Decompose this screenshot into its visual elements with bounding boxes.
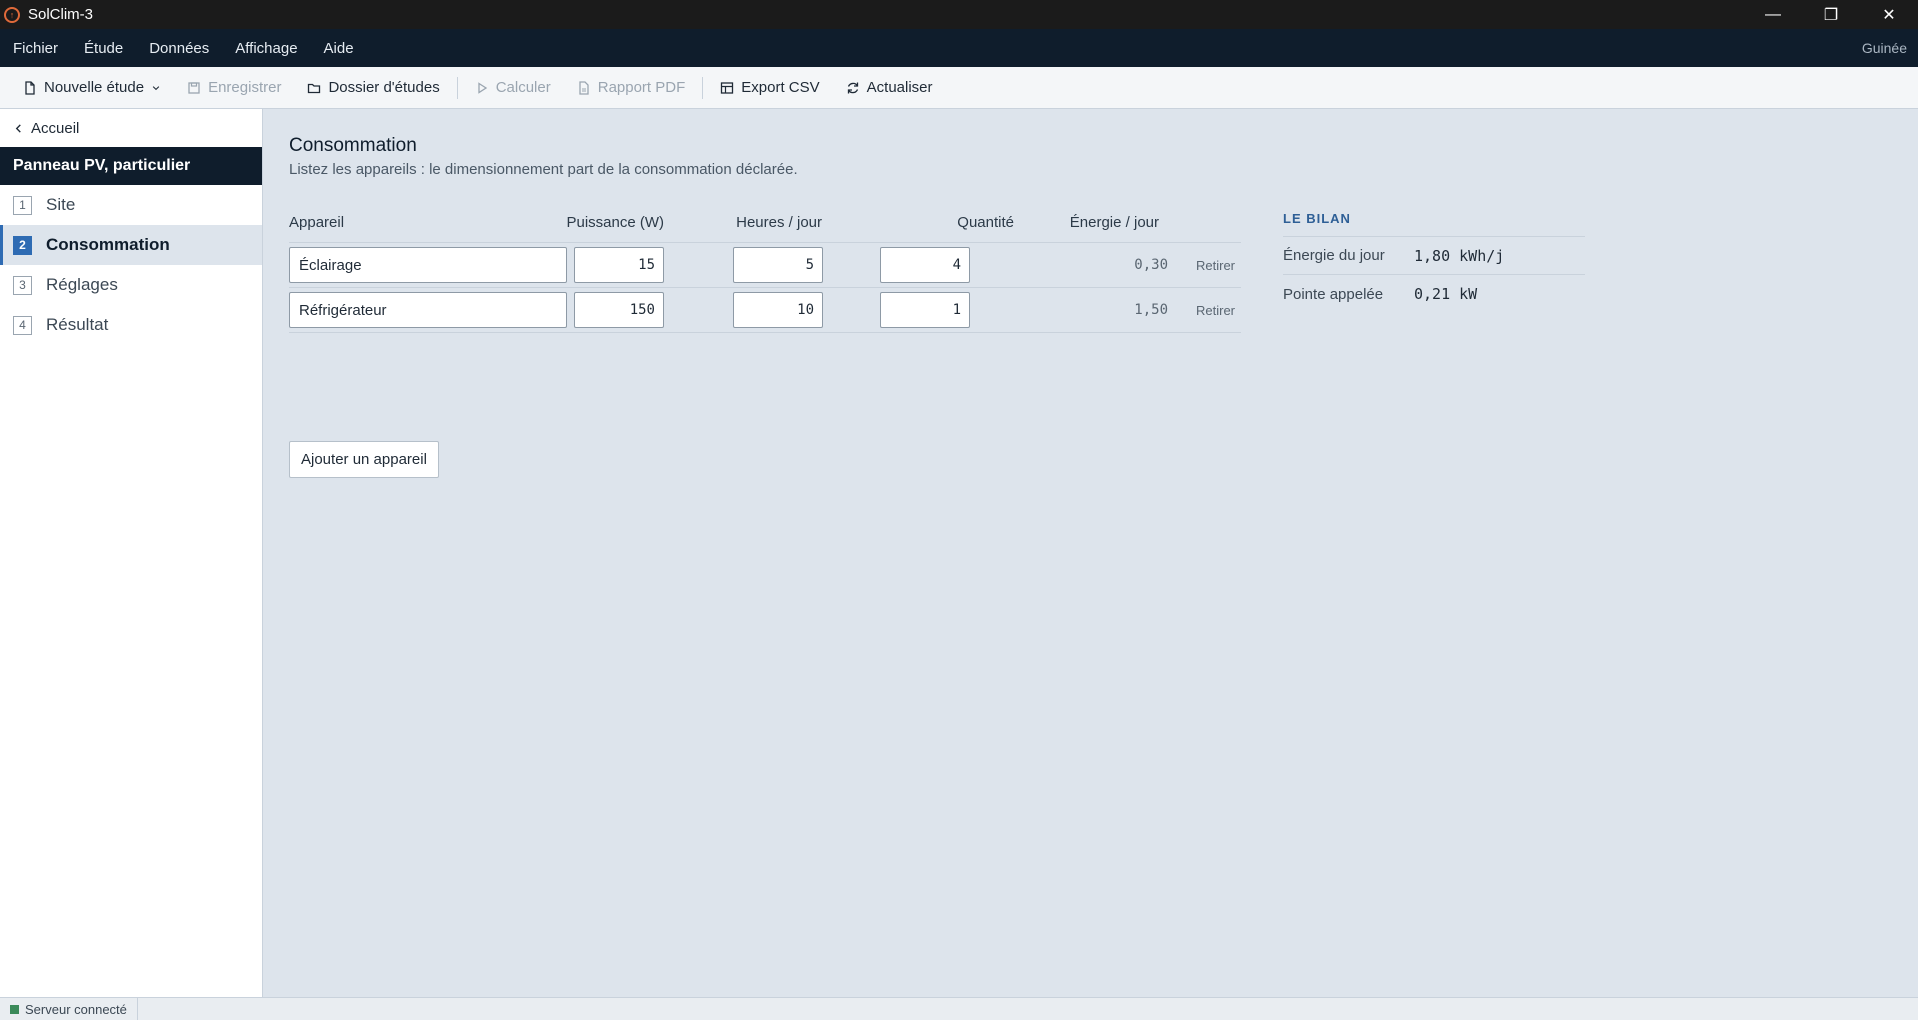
table-row: Éclairage 15 5 4 0,30 Retirer: [289, 243, 1241, 288]
new-study-label: Nouvelle étude: [44, 79, 145, 96]
chevron-left-icon: [15, 123, 21, 133]
step-label: Réglages: [46, 275, 118, 294]
pdf-report-label: Rapport PDF: [597, 79, 686, 96]
summary-row-energy: Énergie du jour 1,80 kWh/j: [1283, 237, 1585, 275]
menu-etude[interactable]: Étude: [71, 40, 136, 57]
power-input[interactable]: 15: [574, 247, 664, 283]
column-header-quantity: Quantité: [957, 214, 1014, 231]
refresh-label: Actualiser: [866, 79, 933, 96]
table-header: Appareil Puissance (W) Heures / jour Qua…: [289, 203, 1241, 243]
server-status: Serveur connecté: [0, 997, 138, 1020]
document-icon: [579, 80, 589, 95]
app-logo-icon: ↑: [4, 6, 20, 23]
step-number: 3: [13, 275, 32, 295]
new-file-icon: [25, 80, 35, 95]
pdf-report-button[interactable]: Rapport PDF: [564, 72, 699, 104]
connection-status-icon: [10, 1004, 19, 1014]
summary-title: LE BILAN: [1283, 201, 1585, 237]
calculate-button[interactable]: Calculer: [462, 72, 564, 104]
calculate-label: Calculer: [495, 79, 551, 96]
export-csv-button[interactable]: Export CSV: [707, 72, 832, 104]
quantity-input[interactable]: 4: [880, 247, 970, 283]
column-header-power: Puissance (W): [566, 214, 664, 231]
energy-value: 1,50: [1134, 302, 1168, 318]
add-appliance-button[interactable]: Ajouter un appareil: [289, 441, 439, 478]
main-panel: Consommation Listez les appareils : le d…: [264, 109, 1918, 997]
table-row: Réfrigérateur 150 10 1 1,50 Retirer: [289, 288, 1241, 333]
menu-fichier[interactable]: Fichier: [0, 40, 71, 57]
step-number: 2: [13, 235, 32, 255]
step-label: Résultat: [46, 315, 109, 334]
toolbar-separator: [456, 76, 458, 99]
play-icon: [478, 81, 487, 94]
export-csv-label: Export CSV: [741, 79, 820, 96]
step-resultat[interactable]: 4 Résultat: [0, 305, 262, 345]
maximize-button[interactable]: ❐: [1802, 0, 1860, 29]
toolbar-separator: [702, 76, 704, 99]
step-reglages[interactable]: 3 Réglages: [0, 265, 262, 305]
quantity-input[interactable]: 1: [880, 292, 970, 328]
remove-button[interactable]: Retirer: [1196, 258, 1235, 273]
menu-aide[interactable]: Aide: [311, 40, 367, 57]
device-cell: Éclairage: [289, 247, 574, 283]
folder-icon: [308, 83, 321, 93]
refresh-icon: [847, 82, 858, 93]
back-home-link[interactable]: Accueil: [0, 109, 262, 147]
menu-donnees[interactable]: Données: [136, 40, 222, 57]
save-label: Enregistrer: [208, 79, 282, 96]
step-label: Site: [46, 195, 76, 214]
refresh-button[interactable]: Actualiser: [833, 72, 946, 104]
step-label: Consommation: [46, 235, 170, 254]
device-name-input[interactable]: Réfrigérateur: [289, 292, 567, 328]
toolbar: Nouvelle étude Enregistrer Dossier d'étu…: [0, 67, 1918, 109]
remove-button[interactable]: Retirer: [1196, 303, 1235, 318]
device-name-input[interactable]: Éclairage: [289, 247, 567, 283]
summary-row-peak: Pointe appelée 0,21 kW: [1283, 275, 1585, 313]
column-header-hours: Heures / jour: [736, 214, 822, 231]
hours-input[interactable]: 5: [733, 247, 823, 283]
save-button[interactable]: Enregistrer: [174, 72, 294, 104]
sidebar: Accueil Panneau PV, particulier 1 Site 2…: [0, 109, 263, 997]
minimize-button[interactable]: —: [1744, 0, 1802, 29]
server-status-label: Serveur connecté: [25, 1001, 127, 1017]
device-cell: Réfrigérateur: [289, 292, 574, 328]
step-consommation[interactable]: 2 Consommation: [0, 225, 262, 265]
summary-panel: LE BILAN Énergie du jour 1,80 kWh/j Poin…: [1283, 201, 1585, 313]
window-title: SolClim-3: [28, 6, 94, 23]
step-number: 4: [13, 315, 32, 335]
step-site[interactable]: 1 Site: [0, 185, 262, 225]
step-number: 1: [13, 195, 32, 215]
daily-energy-value: 1,80 kWh/j: [1414, 246, 1505, 265]
chevron-down-icon: [152, 85, 160, 90]
menu-bar: Fichier Étude Données Affichage Aide Gui…: [0, 29, 1918, 67]
region-label: Guinée: [1861, 40, 1907, 56]
peak-power-value: 0,21 kW: [1414, 285, 1478, 303]
project-title: Panneau PV, particulier: [0, 147, 262, 185]
menu-affichage[interactable]: Affichage: [222, 40, 310, 57]
appliance-table: Appareil Puissance (W) Heures / jour Qua…: [289, 203, 1241, 333]
save-icon: [188, 81, 200, 94]
close-button[interactable]: ✕: [1860, 0, 1918, 29]
table-icon: [721, 81, 734, 94]
status-bar: Serveur connecté: [0, 997, 1918, 1020]
hours-input[interactable]: 10: [733, 292, 823, 328]
peak-power-label: Pointe appelée: [1283, 285, 1384, 303]
new-study-button[interactable]: Nouvelle étude: [10, 72, 174, 104]
window-controls: — ❐ ✕: [1744, 0, 1918, 29]
studies-folder-label: Dossier d'études: [328, 79, 440, 96]
power-input[interactable]: 150: [574, 292, 664, 328]
daily-energy-label: Énergie du jour: [1283, 247, 1385, 264]
energy-value: 0,30: [1134, 257, 1168, 273]
back-home-label: Accueil: [31, 119, 80, 137]
studies-folder-button[interactable]: Dossier d'études: [294, 72, 452, 104]
title-bar: ↑ SolClim-3 — ❐ ✕: [0, 0, 1918, 29]
page-title: Consommation: [289, 135, 417, 156]
page-subtitle: Listez les appareils : le dimensionnemen…: [289, 161, 798, 178]
